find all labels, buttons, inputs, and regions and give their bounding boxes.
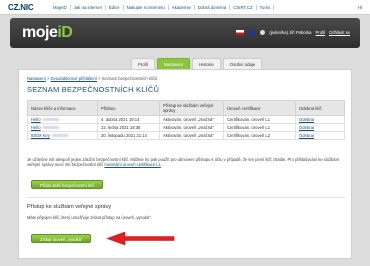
mojeid-logo[interactable]: mojeiD [22, 24, 73, 42]
key-name-cell[interactable]: Hello [27, 115, 98, 124]
added-cell: 4. dubna 2021 19:14 [97, 115, 160, 124]
column-header-remove: Odebrat klíč [295, 100, 345, 116]
access-cell: Aktivován, úroveň „značná" [159, 115, 224, 124]
arrow-shape [106, 231, 175, 246]
tab-osobni-udaje[interactable]: Osobní údaje [222, 58, 263, 69]
column-header-name: Název klíče a informace [27, 100, 98, 116]
czech-flag-icon[interactable] [236, 30, 245, 35]
content-panel: Nastavení > Dvoufaktorové přihlášení > S… [18, 69, 352, 259]
top-link-dobra-domena[interactable]: Dobrá doména [195, 5, 231, 10]
remove-key-link[interactable]: Odebrat [295, 131, 345, 140]
table-row: IDEM Key 30. listopadu 2021 21:14 Aktivo… [27, 131, 345, 140]
column-header-access: Přístup ke službám veřejné správy [159, 100, 224, 116]
access-cell: Aktivován, úroveň „značná" [159, 123, 224, 132]
top-link-csirt[interactable]: CSIRT.CZ [230, 5, 257, 10]
gov-access-text: Máte připojen klíč, který umožňuje získa… [27, 215, 152, 220]
added-cell: 30. listopadu 2021 21:14 [97, 131, 160, 140]
gov-access-title: Přístup ke službám veřejné správy [27, 204, 112, 210]
certification-level-link[interactable]: minimální úroveň certifikace L1 [104, 162, 160, 167]
key-name[interactable]: Hello [31, 117, 41, 122]
breadcrumb-nastaveni[interactable]: Nastavení [27, 76, 46, 81]
table-row: Hello 4. dubna 2021 19:14 Aktivován, úro… [27, 115, 345, 124]
section-divider [27, 197, 345, 198]
get-high-level-button[interactable]: Získat úroveň „vysoká" [31, 234, 92, 243]
page-title: SEZNAM BEZPEČNOSTNÍCH KLÍČŮ [27, 85, 160, 94]
redacted-detail [51, 134, 68, 138]
profile-link[interactable]: Profil [316, 30, 326, 35]
key-name[interactable]: Hello [31, 125, 41, 130]
top-link-mojeid[interactable]: MojeID [50, 5, 71, 10]
column-header-added: Přidáno [97, 100, 160, 116]
top-links: MojeID Jak na internet Edice Nakupte si … [50, 5, 275, 10]
access-cell: Aktivován, úroveň „značná" [159, 131, 224, 140]
breadcrumb-dvoufaktorove[interactable]: Dvoufaktorové přihlášení [51, 76, 97, 81]
english-flag-icon[interactable] [248, 30, 257, 35]
column-header-certification: Úroveň certifikace [223, 100, 296, 116]
breadcrumb-current: Seznam bezpečnostních klíčů [101, 76, 158, 81]
table-header-row: Název klíče a informace Přidáno Přístup … [27, 100, 345, 116]
backup-key-note: Je užitečné mít alespoň jeden záložní be… [27, 157, 345, 168]
main-tabs: Profil Nastavení Historie Osobní údaje [131, 58, 263, 69]
key-name-cell[interactable]: Hello [27, 123, 98, 132]
red-arrow-icon [106, 231, 175, 246]
user-name: (jeden/ka) Jiří Poborka [269, 30, 312, 35]
remove-key-link[interactable]: Odebrat [295, 115, 345, 124]
note-end: . [160, 162, 162, 168]
redacted-detail [42, 118, 59, 122]
added-cell: 22. ledna 2021 18:36 [97, 123, 160, 132]
cznic-logo[interactable]: CZ.NIC [8, 3, 34, 12]
breadcrumb: Nastavení > Dvoufaktorové přihlášení > S… [27, 76, 157, 81]
security-keys-table: Název klíče a informace Přidáno Přístup … [27, 100, 345, 140]
remove-key-link[interactable]: Odebrat [295, 123, 345, 132]
tab-historie[interactable]: Historie [192, 58, 221, 69]
key-name[interactable]: IDEM Key [31, 133, 50, 138]
top-right-link[interactable]: Hl [358, 5, 362, 10]
add-security-key-button[interactable]: Přidat další bezpečnostní klíč [31, 180, 104, 189]
redacted-detail [42, 126, 59, 130]
top-link-jak-na-internet[interactable]: Jak na internet [71, 5, 106, 10]
site-header: mojeiD (jeden/ka) Jiří Poborka Profil Od… [10, 18, 360, 48]
top-navigation-bar: CZ.NIC MojeID Jak na internet Edice Naku… [0, 0, 370, 15]
note-text: Je užitečné mít alespoň jeden záložní be… [27, 157, 339, 168]
top-link-turris[interactable]: Turris [257, 5, 275, 10]
certification-cell: Certifikován, úroveň L1 [223, 115, 296, 124]
key-name-cell[interactable]: IDEM Key [27, 131, 98, 140]
logout-link[interactable]: Odhlásit se [329, 30, 350, 35]
logo-suffix: iD [57, 24, 73, 41]
table-row: Hello 22. ledna 2021 18:36 Aktivován, úr… [27, 123, 345, 132]
tab-nastaveni[interactable]: Nastavení [156, 58, 191, 69]
header-user-area: (jeden/ka) Jiří Poborka Profil Odhlásit … [236, 30, 350, 35]
top-link-nakupte[interactable]: Nakupte si internetu [124, 5, 169, 10]
top-link-edice[interactable]: Edice [106, 5, 124, 10]
logo-prefix: moje [22, 24, 58, 41]
user-icon [260, 30, 266, 35]
certification-cell: Certifikován, úroveň L2 [223, 131, 296, 140]
certification-cell: Certifikován, úroveň L1 [223, 123, 296, 132]
tab-profil[interactable]: Profil [131, 58, 155, 69]
top-link-akademie[interactable]: Akademie [169, 5, 195, 10]
